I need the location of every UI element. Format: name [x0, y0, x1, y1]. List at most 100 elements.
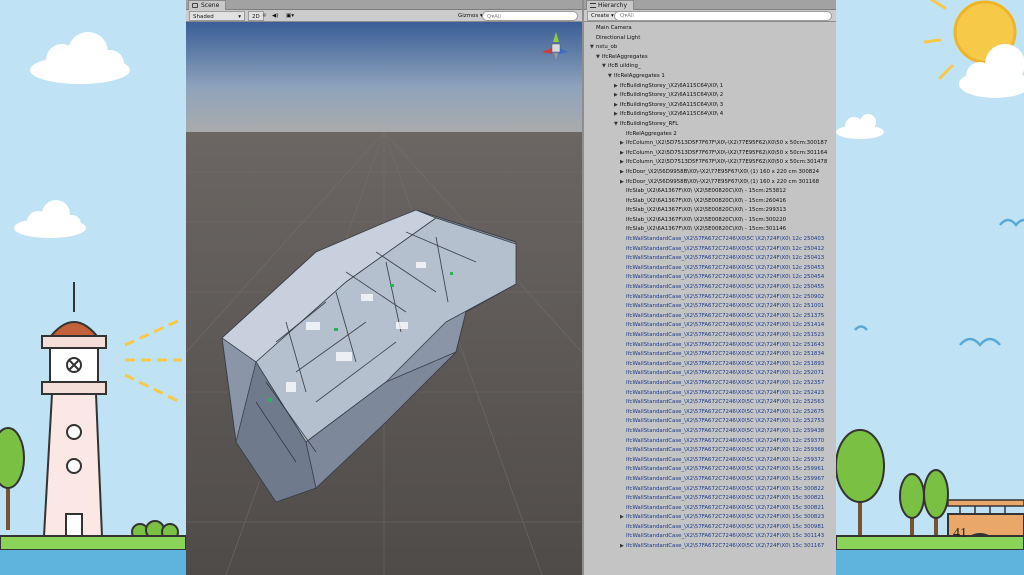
- hierarchy-item-label: IfcWallStandardCase_\X2\57FA672C7246\X0\…: [626, 514, 825, 521]
- hierarchy-item[interactable]: IfcWallStandardCase_\X2\57FA672C7246\X0\…: [584, 523, 836, 533]
- hierarchy-item-label: IfcWallStandardCase_\X2\57FA672C7246\X0\…: [626, 533, 825, 540]
- hierarchy-item[interactable]: IfcWallStandardCase_\X2\57FA672C7246\X0\…: [584, 273, 836, 283]
- hierarchy-item-label: IfcWallStandardCase_\X2\57FA672C7246\X0\…: [626, 456, 825, 463]
- hierarchy-item[interactable]: IfcWallStandardCase_\X2\57FA672C7246\X0\…: [584, 379, 836, 389]
- shading-mode-dropdown[interactable]: Shaded ▾: [189, 11, 245, 21]
- hierarchy-item[interactable]: ▶ IfcBuildingStorey_\X2\6A115C64\X0\ 3: [584, 101, 836, 111]
- hierarchy-toolbar: Create ▾ Q▾All: [584, 10, 836, 22]
- tab-scene[interactable]: Scene: [188, 0, 227, 10]
- hierarchy-item[interactable]: ▶ IfcWallStandardCase_\X2\57FA672C7246\X0…: [584, 513, 836, 523]
- audio-icon[interactable]: ◀): [272, 11, 278, 21]
- hierarchy-item[interactable]: IfcWallStandardCase_\X2\57FA672C7246\X0\…: [584, 245, 836, 255]
- page-number: 41: [953, 526, 967, 541]
- hierarchy-item[interactable]: IfcWallStandardCase_\X2\57FA672C7246\X0\…: [584, 417, 836, 427]
- hierarchy-item[interactable]: IfcWallStandardCase_\X2\57FA672C7246\X0\…: [584, 456, 836, 466]
- hierarchy-item-label: IfcDoor_\X2\56D9958B\X0\-\X2\77E95F67\X0…: [626, 168, 820, 175]
- hierarchy-item[interactable]: ▶ IfcWallStandardCase_\X2\57FA672C7246\X0…: [584, 542, 836, 552]
- hierarchy-item-label: IfcWallStandardCase_\X2\57FA672C7246\X0\…: [626, 389, 825, 396]
- scene-search-input[interactable]: Q▾All: [482, 11, 578, 21]
- hierarchy-item[interactable]: IfcWallStandardCase_\X2\57FA672C7246\X0\…: [584, 475, 836, 485]
- hierarchy-item[interactable]: IfcWallStandardCase_\X2\57FA672C7246\X0\…: [584, 350, 836, 360]
- scene-tab-bar: Scene: [186, 0, 582, 10]
- hierarchy-item[interactable]: ▼ IfcRelAggregates 1: [584, 72, 836, 82]
- hierarchy-item[interactable]: IfcWallStandardCase_\X2\57FA672C7246\X0\…: [584, 504, 836, 514]
- hierarchy-item[interactable]: IfcWallStandardCase_\X2\57FA672C7246\X0\…: [584, 465, 836, 475]
- hierarchy-item[interactable]: IfcWallStandardCase_\X2\57FA672C7246\X0\…: [584, 532, 836, 542]
- hierarchy-item[interactable]: IfcWallStandardCase_\X2\57FA672C7246\X0\…: [584, 485, 836, 495]
- hierarchy-item-label: IfcRelAggregates 1: [614, 72, 665, 79]
- hierarchy-item[interactable]: IfcWallStandardCase_\X2\57FA672C7246\X0\…: [584, 408, 836, 418]
- hierarchy-item[interactable]: IfcSlab_\X2\6A1367F\X0\ \X2\5E00820C\X0\…: [584, 206, 836, 216]
- hierarchy-item[interactable]: IfcWallStandardCase_\X2\57FA672C7246\X0\…: [584, 427, 836, 437]
- hierarchy-item[interactable]: ▼ ifcB uilding_: [584, 62, 836, 72]
- hierarchy-item[interactable]: IfcWallStandardCase_\X2\57FA672C7246\X0\…: [584, 446, 836, 456]
- hierarchy-item-label: IfcWallStandardCase_\X2\57FA672C7246\X0\…: [626, 418, 825, 425]
- grass-strip: [835, 535, 1024, 551]
- hierarchy-item[interactable]: IfcWallStandardCase_\X2\57FA672C7246\X0\…: [584, 360, 836, 370]
- hierarchy-item-label: IfcWallStandardCase_\X2\57FA672C7246\X0\…: [626, 408, 825, 415]
- hierarchy-item[interactable]: ▼ IfcBuildingStorey_RFL: [584, 120, 836, 130]
- hierarchy-item[interactable]: IfcRelAggregates 2: [584, 130, 836, 140]
- hierarchy-item[interactable]: IfcWallStandardCase_\X2\57FA672C7246\X0\…: [584, 437, 836, 447]
- hierarchy-item-label: IfcSlab_\X2\6A1367F\X0\ \X2\5E00820C\X0\…: [626, 188, 787, 195]
- hierarchy-item[interactable]: ▶ IfcDoor_\X2\56D9958B\X0\-\X2\77E95F67\X…: [584, 168, 836, 178]
- hierarchy-item[interactable]: ▶ IfcBuildingStorey_\X2\6A115C64\X0\ 1: [584, 82, 836, 92]
- hierarchy-item[interactable]: IfcWallStandardCase_\X2\57FA672C7246\X0\…: [584, 494, 836, 504]
- hierarchy-item[interactable]: IfcWallStandardCase_\X2\57FA672C7246\X0\…: [584, 264, 836, 274]
- hierarchy-item[interactable]: IfcSlab_\X2\6A1367F\X0\ \X2\5E00820C\X0\…: [584, 216, 836, 226]
- hierarchy-item[interactable]: ▼ IfcRelAggregates: [584, 53, 836, 63]
- hierarchy-item[interactable]: IfcSlab_\X2\6A1367F\X0\ \X2\5E00820C\X0\…: [584, 187, 836, 197]
- hierarchy-item[interactable]: Main Camera: [584, 24, 836, 34]
- hierarchy-item[interactable]: ▼ nstu_ob: [584, 43, 836, 53]
- hierarchy-item-label: Main Camera: [596, 25, 632, 31]
- hierarchy-item-label: IfcWallStandardCase_\X2\57FA672C7246\X0\…: [626, 322, 825, 329]
- hierarchy-item-label: IfcWallStandardCase_\X2\57FA672C7246\X0\…: [626, 293, 825, 300]
- hierarchy-item-label: IfcSlab_\X2\6A1367F\X0\ \X2\5E00820C\X0\…: [626, 207, 787, 214]
- hierarchy-item[interactable]: Directional Light: [584, 34, 836, 44]
- scene-view-panel: Scene Shaded ▾ 2D ☼ ◀) ▣▾ Gizmos ▾ Q▾All: [186, 0, 582, 575]
- hierarchy-item[interactable]: IfcWallStandardCase_\X2\57FA672C7246\X0\…: [584, 398, 836, 408]
- hierarchy-item-label: IfcRelAggregates: [602, 53, 648, 60]
- hierarchy-item-label: IfcWallStandardCase_\X2\57FA672C7246\X0\…: [626, 447, 825, 454]
- hierarchy-item-label: IfcWallStandardCase_\X2\57FA672C7246\X0\…: [626, 379, 825, 386]
- hierarchy-item[interactable]: IfcWallStandardCase_\X2\57FA672C7246\X0\…: [584, 369, 836, 379]
- hierarchy-item[interactable]: IfcWallStandardCase_\X2\57FA672C7246\X0\…: [584, 389, 836, 399]
- hierarchy-item[interactable]: IfcWallStandardCase_\X2\57FA672C7246\X0\…: [584, 283, 836, 293]
- water-strip: [0, 550, 186, 575]
- hierarchy-item[interactable]: ▶ IfcColumn_\X2\5D7513D5F7F67F\X0\-\X2\77…: [584, 149, 836, 159]
- hierarchy-item[interactable]: ▶ IfcBuildingStorey_\X2\6A115C64\X0\ 2: [584, 91, 836, 101]
- hierarchy-item-label: IfcWallStandardCase_\X2\57FA672C7246\X0\…: [626, 284, 825, 291]
- hierarchy-item[interactable]: IfcWallStandardCase_\X2\57FA672C7246\X0\…: [584, 302, 836, 312]
- hierarchy-item-label: IfcColumn_\X2\5D7513D5F7F67F\X0\-\X2\77E…: [626, 140, 828, 147]
- effects-icon[interactable]: ▣▾: [286, 11, 294, 21]
- hierarchy-icon: [590, 3, 596, 8]
- hierarchy-item[interactable]: IfcWallStandardCase_\X2\57FA672C7246\X0\…: [584, 341, 836, 351]
- tab-hierarchy[interactable]: Hierarchy: [586, 0, 635, 10]
- hierarchy-item-label: IfcWallStandardCase_\X2\57FA672C7246\X0\…: [626, 437, 825, 444]
- hierarchy-item[interactable]: IfcWallStandardCase_\X2\57FA672C7246\X0\…: [584, 293, 836, 303]
- hierarchy-item-label: IfcWallStandardCase_\X2\57FA672C7246\X0\…: [626, 236, 825, 243]
- scene-toolbar: Shaded ▾ 2D ☼ ◀) ▣▾ Gizmos ▾ Q▾All: [186, 10, 582, 22]
- hierarchy-search-input[interactable]: Q▾All: [614, 11, 832, 21]
- hierarchy-item-label: IfcWallStandardCase_\X2\57FA672C7246\X0\…: [626, 399, 825, 406]
- hierarchy-item-label: IfcWallStandardCase_\X2\57FA672C7246\X0\…: [626, 475, 825, 482]
- hierarchy-item[interactable]: ▶ IfcDoor_\X2\56D9958B\X0\-\X2\77E95F67\X…: [584, 178, 836, 188]
- lighting-icon[interactable]: ☼: [262, 11, 267, 21]
- hierarchy-item[interactable]: IfcWallStandardCase_\X2\57FA672C7246\X0\…: [584, 235, 836, 245]
- hierarchy-item[interactable]: ▶ IfcColumn_\X2\5D7513D5F7F67F\X0\-\X2\77…: [584, 158, 836, 168]
- hierarchy-item[interactable]: ▶ IfcBuildingStorey_\X2\6A115C64\X0\ 4: [584, 110, 836, 120]
- hierarchy-item[interactable]: IfcWallStandardCase_\X2\57FA672C7246\X0\…: [584, 312, 836, 322]
- scene-viewport[interactable]: [186, 22, 582, 575]
- hierarchy-item-label: IfcWallStandardCase_\X2\57FA672C7246\X0\…: [626, 485, 825, 492]
- hierarchy-item[interactable]: IfcSlab_\X2\6A1367F\X0\ \X2\5E00820C\X0\…: [584, 197, 836, 207]
- hierarchy-tab-bar: Hierarchy: [584, 0, 836, 10]
- hierarchy-item[interactable]: ▶ IfcColumn_\X2\5D7513D5F7F67F\X0\-\X2\77…: [584, 139, 836, 149]
- hierarchy-item[interactable]: IfcSlab_\X2\6A1367F\X0\ \X2\5E00820C\X0\…: [584, 225, 836, 235]
- hierarchy-item-label: ifcB uilding_: [608, 63, 641, 70]
- hierarchy-item[interactable]: IfcWallStandardCase_\X2\57FA672C7246\X0\…: [584, 254, 836, 264]
- hierarchy-item[interactable]: IfcWallStandardCase_\X2\57FA672C7246\X0\…: [584, 331, 836, 341]
- hierarchy-item[interactable]: IfcWallStandardCase_\X2\57FA672C7246\X0\…: [584, 321, 836, 331]
- hierarchy-panel: Hierarchy Create ▾ Q▾All Main Camera Dire…: [582, 0, 836, 575]
- chevron-down-icon: ▾: [238, 14, 241, 20]
- gizmos-dropdown[interactable]: Gizmos ▾: [458, 11, 483, 21]
